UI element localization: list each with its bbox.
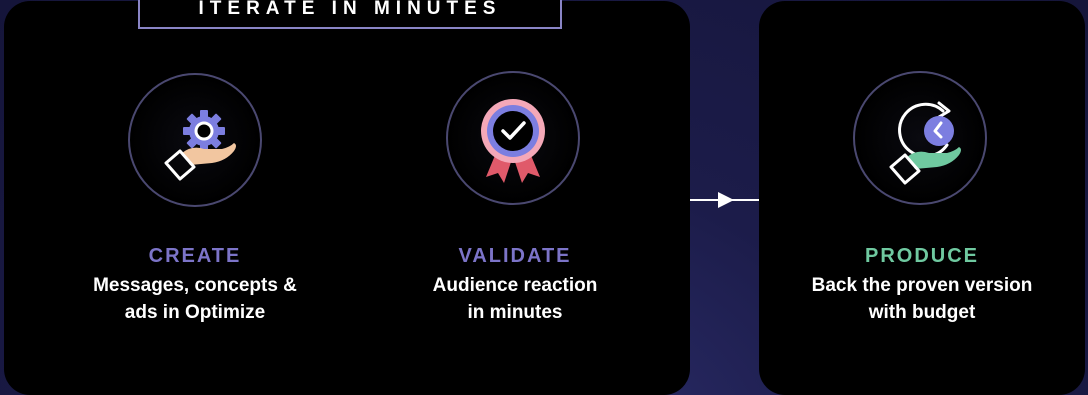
step-title-produce: PRODUCE xyxy=(864,245,979,267)
hand-gear-icon xyxy=(164,110,236,181)
step-desc-validate-line1: Audience reaction xyxy=(432,275,598,296)
step-desc-produce-line1: Back the proven version xyxy=(811,275,1033,296)
step-title-validate: VALIDATE xyxy=(458,245,572,267)
step-desc-create-line2: ads in Optimize xyxy=(124,302,266,323)
step-desc-validate-line2: in minutes xyxy=(467,302,563,323)
hand-clock-icon xyxy=(889,101,961,185)
step-desc-create-line1: Messages, concepts & xyxy=(93,275,297,296)
iterate-banner: ITERATE IN MINUTES xyxy=(138,0,562,29)
step-title-create: CREATE xyxy=(148,245,242,267)
produce-panel: PRODUCE Back the proven version with bud… xyxy=(759,1,1085,395)
iterate-panel: ITERATE IN MINUTES CREATE Messages, conc… xyxy=(4,0,690,395)
award-ribbon-check-icon xyxy=(481,99,545,183)
produce-icon-circle xyxy=(853,71,987,205)
validate-icon-circle xyxy=(446,71,580,205)
create-icon-circle xyxy=(128,73,262,207)
step-desc-produce-line2: with budget xyxy=(868,302,976,323)
flow-arrow-icon xyxy=(690,192,759,208)
